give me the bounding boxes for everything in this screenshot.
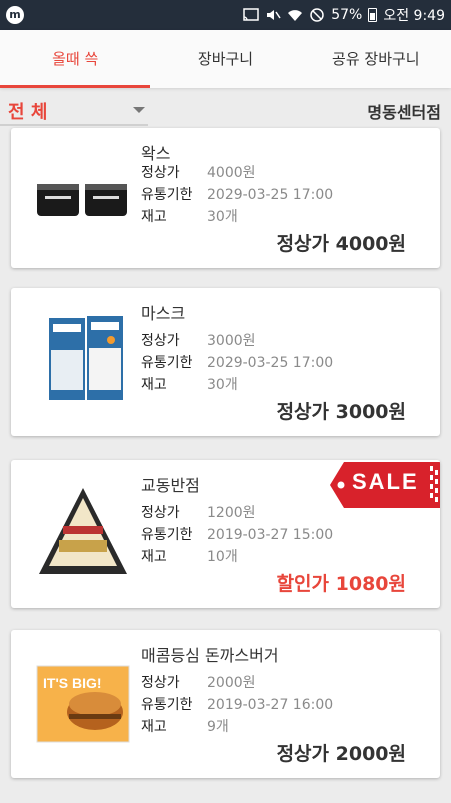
regular-price-row: 정상가 4000원 bbox=[141, 162, 256, 182]
price-label: 정상가 2000원 bbox=[276, 743, 406, 765]
expiry-label: 유통기한 bbox=[141, 187, 193, 203]
expiry-label: 유통기한 bbox=[141, 697, 193, 713]
burger-image-text: IT'S BIG! bbox=[43, 675, 102, 691]
regular-price-row: 정상가 2000원 bbox=[141, 672, 256, 692]
regular-price-label: 정상가 bbox=[141, 675, 180, 691]
stock-label: 재고 bbox=[141, 377, 167, 393]
mute-icon bbox=[267, 10, 281, 20]
regular-price-label: 정상가 bbox=[141, 333, 180, 349]
sale-badge: SALE bbox=[330, 460, 440, 510]
sale-badge-text: SALE bbox=[352, 469, 419, 494]
stock-label: 재고 bbox=[141, 549, 167, 565]
regular-price-label: 정상가 bbox=[141, 165, 180, 181]
stock-value: 9개 bbox=[207, 719, 229, 735]
battery-percent: 57% bbox=[331, 7, 363, 23]
tab-ollttae-ssuk[interactable]: 올때 쓱 bbox=[0, 30, 151, 88]
expiry-row: 유통기한 2019-03-27 16:00 bbox=[141, 694, 333, 714]
regular-price-value: 2000원 bbox=[207, 675, 256, 691]
product-name: 교동반점 bbox=[141, 476, 200, 495]
status-bar: m 57% 오전 9:49 bbox=[0, 0, 451, 30]
product-card-gyodong[interactable]: 교동반점 정상가 1200원 유통기한 2019-03-27 15:00 재고 10개… bbox=[11, 460, 440, 608]
stock-label: 재고 bbox=[141, 719, 167, 735]
mask-product-image bbox=[49, 316, 123, 400]
price-label: 정상가 4000원 bbox=[276, 233, 406, 255]
regular-price-label: 정상가 bbox=[141, 505, 180, 521]
product-card-burger[interactable]: IT'S BIG! 매콤등심 돈까스버거 정상가 2000원 유통기한 2019-0… bbox=[11, 630, 440, 778]
battery-icon bbox=[368, 8, 378, 22]
product-card-wax[interactable]: 왁스 정상가 4000원 유통기한 2029-03-25 17:00 재고 30개 정… bbox=[11, 128, 440, 268]
product-name: 왁스 bbox=[141, 144, 171, 163]
expiry-row: 유통기한 2029-03-25 17:00 bbox=[141, 352, 333, 372]
app-notification-icon: m bbox=[6, 6, 24, 24]
stock-row: 재고 30개 bbox=[141, 206, 238, 226]
cast-icon bbox=[243, 8, 259, 21]
burger-product-image: IT'S BIG! bbox=[36, 665, 130, 743]
regular-price-row: 정상가 3000원 bbox=[141, 330, 256, 350]
category-select[interactable]: 전 체 bbox=[8, 98, 47, 124]
stock-value: 10개 bbox=[207, 549, 238, 565]
regular-price-row: 정상가 1200원 bbox=[141, 502, 256, 522]
product-card-mask[interactable]: 마스크 정상가 3000원 유통기한 2029-03-25 17:00 재고 30개 … bbox=[11, 288, 440, 436]
chevron-down-icon[interactable] bbox=[133, 107, 145, 113]
triangle-kimbap-image bbox=[39, 488, 127, 574]
clock: 오전 9:49 bbox=[383, 8, 445, 24]
product-name: 매콤등심 돈까스버거 bbox=[141, 646, 279, 665]
wifi-icon bbox=[288, 10, 303, 21]
stock-row: 재고 9개 bbox=[141, 716, 229, 736]
stock-value: 30개 bbox=[207, 377, 238, 393]
filter-bar: 전 체 명동센터점 bbox=[0, 90, 451, 128]
regular-price-value: 4000원 bbox=[207, 165, 256, 181]
expiry-value: 2019-03-27 16:00 bbox=[207, 697, 334, 713]
store-name[interactable]: 명동센터점 bbox=[367, 99, 441, 123]
product-name: 마스크 bbox=[141, 304, 186, 323]
discount-price-label: 할인가 1080원 bbox=[276, 573, 406, 595]
do-not-disturb-icon bbox=[310, 8, 324, 22]
expiry-row: 유통기한 2029-03-25 17:00 bbox=[141, 184, 333, 204]
wax-product-image bbox=[37, 184, 127, 216]
tab-shared-cart[interactable]: 공유 장바구니 bbox=[301, 30, 451, 88]
stock-label: 재고 bbox=[141, 209, 167, 225]
expiry-row: 유통기한 2019-03-27 15:00 bbox=[141, 524, 333, 544]
expiry-label: 유통기한 bbox=[141, 527, 193, 543]
stock-value: 30개 bbox=[207, 209, 238, 225]
status-icons: 57% 오전 9:49 bbox=[243, 0, 445, 30]
top-tab-bar: 올때 쓱 장바구니 공유 장바구니 bbox=[0, 30, 451, 88]
expiry-label: 유통기한 bbox=[141, 355, 193, 371]
stock-row: 재고 10개 bbox=[141, 546, 238, 566]
stock-row: 재고 30개 bbox=[141, 374, 238, 394]
price-label: 정상가 3000원 bbox=[276, 401, 406, 423]
regular-price-value: 1200원 bbox=[207, 505, 256, 521]
expiry-value: 2019-03-27 15:00 bbox=[207, 527, 334, 543]
divider bbox=[0, 124, 148, 126]
expiry-value: 2029-03-25 17:00 bbox=[207, 187, 334, 203]
tab-cart[interactable]: 장바구니 bbox=[150, 30, 300, 88]
expiry-value: 2029-03-25 17:00 bbox=[207, 355, 334, 371]
regular-price-value: 3000원 bbox=[207, 333, 256, 349]
